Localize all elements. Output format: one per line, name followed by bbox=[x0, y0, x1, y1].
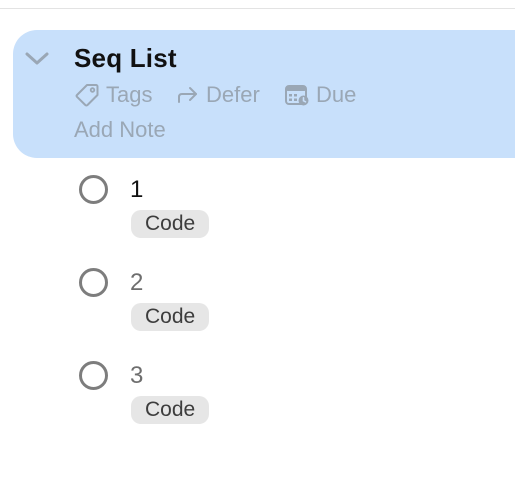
arrow-right-icon bbox=[176, 83, 200, 107]
tag-badge[interactable]: Code bbox=[131, 210, 210, 238]
task-row[interactable]: 1 Code bbox=[0, 175, 515, 245]
task-title[interactable]: 3 bbox=[130, 362, 143, 390]
tags-button[interactable]: Tags bbox=[74, 82, 176, 108]
outline-view: Seq List Tags Defer Due Add Note 1 Code … bbox=[0, 0, 515, 500]
tag-icon bbox=[74, 82, 100, 108]
empty-circle-icon[interactable] bbox=[79, 268, 108, 297]
empty-circle-icon[interactable] bbox=[79, 175, 108, 204]
task-row[interactable]: 2 Code bbox=[0, 268, 515, 338]
tag-badge[interactable]: Code bbox=[131, 396, 210, 424]
project-title[interactable]: Seq List bbox=[74, 43, 177, 74]
empty-circle-icon[interactable] bbox=[79, 361, 108, 390]
calendar-icon bbox=[284, 83, 310, 107]
due-button[interactable]: Due bbox=[284, 82, 356, 108]
task-row[interactable]: 3 Code bbox=[0, 361, 515, 431]
task-title[interactable]: 2 bbox=[130, 269, 143, 297]
tag-badge[interactable]: Code bbox=[131, 303, 210, 331]
defer-button[interactable]: Defer bbox=[176, 82, 284, 108]
tags-label: Tags bbox=[106, 82, 153, 107]
due-label: Due bbox=[316, 82, 357, 107]
defer-label: Defer bbox=[206, 82, 260, 107]
chevron-down-icon[interactable] bbox=[24, 48, 50, 70]
task-title[interactable]: 1 bbox=[130, 176, 143, 204]
project-meta-row: Tags Defer Due bbox=[74, 80, 356, 110]
divider bbox=[0, 8, 515, 9]
add-note-field[interactable]: Add Note bbox=[74, 117, 166, 143]
